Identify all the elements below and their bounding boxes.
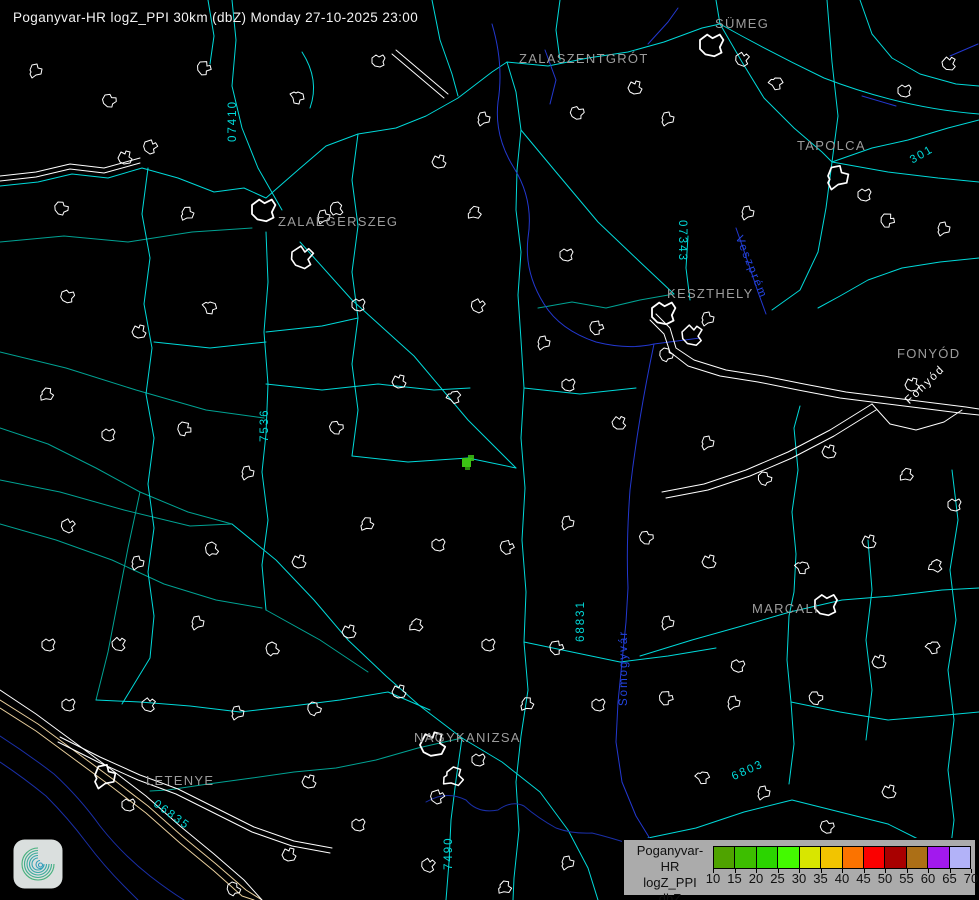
legend-tick-value: 20 xyxy=(749,871,763,886)
legend-color-cell xyxy=(735,847,755,868)
precipitation-echo xyxy=(462,455,474,470)
cyan-road-lines xyxy=(0,0,979,900)
road-label: 07343 xyxy=(676,220,688,262)
legend-color-cell xyxy=(907,847,927,868)
legend-color-cell xyxy=(821,847,841,868)
road-label: 68831 xyxy=(575,600,587,642)
city-label: LETENYE xyxy=(146,773,214,788)
legend-tick-value: 30 xyxy=(792,871,806,886)
legend-color-cell xyxy=(950,847,970,868)
legend-tick-value: 45 xyxy=(856,871,870,886)
legend-colorbar xyxy=(713,846,971,869)
road-label: 7490 xyxy=(443,836,455,870)
road-label: 7536 xyxy=(259,408,271,442)
city-label: TAPOLCA xyxy=(797,138,866,153)
legend-tick-value: 25 xyxy=(770,871,784,886)
legend-color-cell xyxy=(714,847,734,868)
radar-title: Poganyvar-HR logZ_PPI 30km (dbZ) Monday … xyxy=(13,10,418,25)
spiral-icon xyxy=(13,839,63,889)
road-label: Somogyvár xyxy=(618,630,630,706)
legend-title-block: Poganyvar-HR logZ_PPI dbZ xyxy=(628,843,712,900)
legend-color-cell xyxy=(757,847,777,868)
radar-app-logo xyxy=(13,839,63,889)
legend-tick-value: 55 xyxy=(899,871,913,886)
settlement-outlines xyxy=(30,35,961,898)
legend-tick-value: 40 xyxy=(835,871,849,886)
city-label: SÜMEG xyxy=(715,16,769,31)
city-label: ZALASZENTGRÓT xyxy=(519,51,649,66)
road-label: 07410 xyxy=(227,100,239,142)
city-label: NAGYKANIZSA xyxy=(414,730,521,745)
legend-color-cell xyxy=(843,847,863,868)
city-label: FONYÓD xyxy=(897,346,960,361)
legend-tick-value: 70 xyxy=(964,871,978,886)
radar-map-graphics xyxy=(0,0,979,900)
legend-color-cell xyxy=(885,847,905,868)
legend-product-name: Poganyvar-HR xyxy=(628,843,712,875)
radar-viewport: ZALASZENTGRÓT SÜMEG TAPOLCA ZALAEGERSZEG KES… xyxy=(0,0,979,900)
legend-tick-value: 15 xyxy=(727,871,741,886)
legend-color-cell xyxy=(800,847,820,868)
legend-tick-value: 10 xyxy=(706,871,720,886)
legend-color-cell xyxy=(928,847,948,868)
city-label: KESZTHELY xyxy=(667,286,754,301)
teal-road-lines xyxy=(0,228,674,791)
legend-product-type: logZ_PPI xyxy=(628,875,712,891)
legend-tick-value: 50 xyxy=(878,871,892,886)
legend-color-cell xyxy=(778,847,798,868)
city-label: ZALAEGERSZEG xyxy=(278,214,398,229)
legend-color-cell xyxy=(864,847,884,868)
legend-unit-label: dbZ xyxy=(628,891,712,900)
legend-panel: Poganyvar-HR logZ_PPI dbZ 10 15 20 25 30 35 40… xyxy=(622,838,977,897)
city-label: MARCALI xyxy=(752,601,819,616)
legend-tick-value: 65 xyxy=(942,871,956,886)
legend-tick-value: 60 xyxy=(921,871,935,886)
legend-tick-value: 35 xyxy=(813,871,827,886)
